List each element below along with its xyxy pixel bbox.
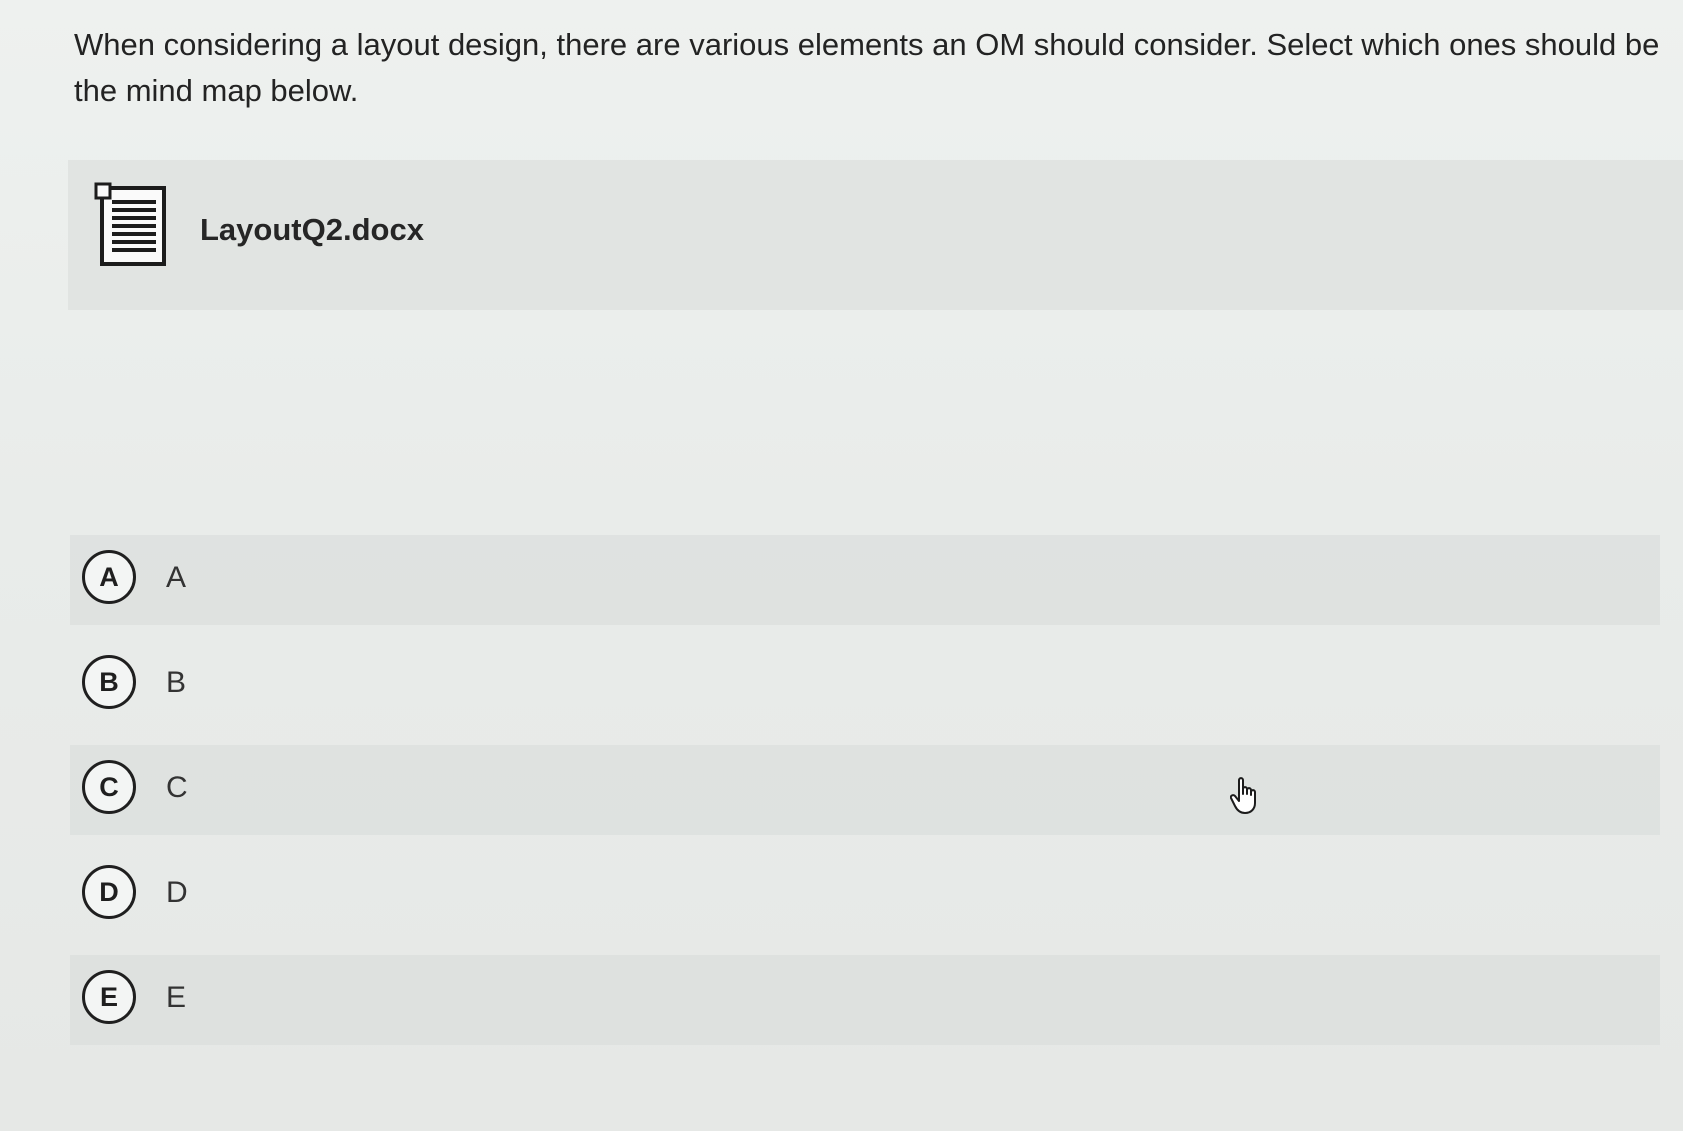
option-d[interactable]: D D (70, 850, 1660, 940)
option-d-label: D (166, 876, 188, 909)
option-b-label: B (166, 666, 187, 699)
option-e[interactable]: E E (70, 955, 1660, 1045)
option-c-label: C (166, 771, 188, 804)
option-a-label: A (166, 561, 187, 594)
hand-pointer-icon (1229, 776, 1264, 816)
attachment-filename[interactable]: LayoutQ2.docx (200, 212, 424, 248)
option-b[interactable]: B B (70, 640, 1660, 730)
attachment-link[interactable]: LayoutQ2.docx (68, 160, 1683, 310)
option-a[interactable]: A A (70, 535, 1660, 625)
option-c-badge[interactable]: C (82, 760, 136, 814)
option-b-badge[interactable]: B (82, 655, 136, 709)
option-e-badge[interactable]: E (82, 970, 136, 1024)
option-c[interactable]: C C (70, 745, 1660, 835)
question-text: When considering a layout design, there … (74, 27, 1660, 108)
option-a-badge[interactable]: A (82, 550, 136, 604)
option-d-badge[interactable]: D (82, 865, 136, 919)
option-e-label: E (166, 981, 187, 1014)
document-icon (94, 182, 168, 268)
